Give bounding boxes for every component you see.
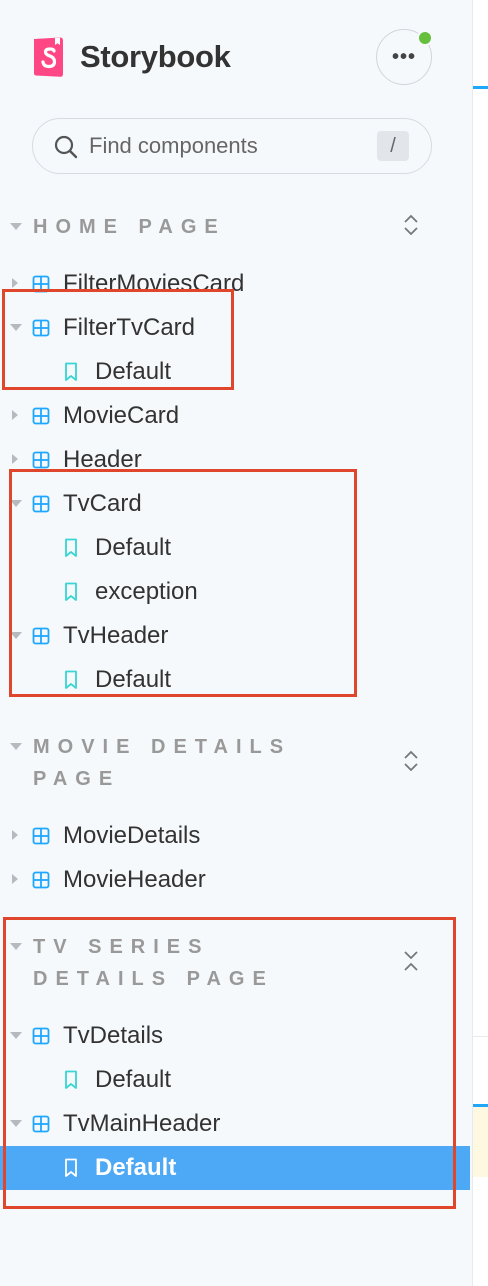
caret-right-icon: [12, 410, 18, 420]
story-item-tvmainheader-default[interactable]: Default: [0, 1146, 470, 1190]
caret-down-icon: [10, 500, 22, 507]
component-icon: [32, 1115, 50, 1133]
status-dot: [417, 30, 433, 46]
search-input[interactable]: [89, 127, 369, 165]
component-icon: [32, 827, 50, 845]
preview-warning-area: [473, 1107, 488, 1177]
component-label: MovieHeader: [63, 866, 206, 893]
story-label: Default: [95, 534, 172, 561]
bookmark-icon: [64, 362, 78, 382]
caret-down-icon: [10, 1032, 22, 1039]
component-label: TvCard: [63, 490, 142, 517]
group-title-tv-series-details-page[interactable]: DETAILS PAGE: [33, 963, 274, 995]
brand-title: Storybook: [80, 39, 231, 74]
component-icon: [32, 407, 50, 425]
expand-all-icon[interactable]: [400, 747, 422, 775]
group-title-home-page[interactable]: HOME PAGE: [33, 211, 226, 243]
component-item-filtertvcard[interactable]: FilterTvCard: [0, 306, 470, 350]
component-item-tvmainheader[interactable]: TvMainHeader: [0, 1102, 470, 1146]
bookmark-icon: [64, 1158, 78, 1178]
group-title-tv-series-details-page[interactable]: TV SERIES: [33, 931, 209, 963]
bookmark-icon: [64, 670, 78, 690]
brand[interactable]: Storybook: [32, 36, 231, 78]
bookmark-icon: [64, 582, 78, 602]
preview-accent-line: [473, 86, 488, 89]
group-title-movie-details-page[interactable]: MOVIE DETAILS: [33, 731, 291, 763]
story-item-tvdetails-default[interactable]: Default: [0, 1058, 470, 1102]
bookmark-icon: [64, 538, 78, 558]
story-label: Default: [95, 1154, 177, 1181]
component-item-moviecard[interactable]: MovieCard: [0, 394, 470, 438]
story-label: Default: [95, 358, 172, 385]
component-label: FilterTvCard: [63, 314, 196, 341]
component-icon: [32, 319, 50, 337]
caret-down-icon: [10, 632, 22, 639]
caret-right-icon: [12, 874, 18, 884]
component-label: TvMainHeader: [63, 1110, 221, 1137]
caret-right-icon: [12, 278, 18, 288]
caret-right-icon: [12, 830, 18, 840]
collapse-all-icon[interactable]: [400, 947, 422, 975]
component-item-tvcard[interactable]: TvCard: [0, 482, 470, 526]
component-label: TvDetails: [63, 1022, 164, 1049]
search-shortcut-key: /: [377, 131, 409, 161]
preview-panel-edge: [472, 0, 488, 1286]
expand-all-icon[interactable]: [400, 211, 422, 239]
group-title-movie-details-page[interactable]: PAGE: [33, 763, 120, 795]
component-label: MovieCard: [63, 402, 180, 429]
story-label: Default: [95, 666, 172, 693]
group-expand-caret-icon[interactable]: [10, 743, 22, 750]
caret-down-icon: [10, 324, 22, 331]
group-expand-caret-icon[interactable]: [10, 943, 22, 950]
preview-divider: [473, 1036, 488, 1037]
component-icon: [32, 275, 50, 293]
ellipsis-icon: •••: [391, 45, 416, 68]
bookmark-icon: [64, 1070, 78, 1090]
story-label: exception: [95, 578, 198, 605]
search-box[interactable]: /: [32, 118, 432, 174]
component-item-filtermoviescard[interactable]: FilterMoviesCard: [0, 262, 470, 306]
caret-down-icon: [10, 1120, 22, 1127]
component-item-moviedetails[interactable]: MovieDetails: [0, 814, 470, 858]
caret-right-icon: [12, 454, 18, 464]
component-icon: [32, 1027, 50, 1045]
component-item-header[interactable]: Header: [0, 438, 470, 482]
component-icon: [32, 871, 50, 889]
menu-button[interactable]: •••: [376, 29, 433, 85]
story-label: Default: [95, 1066, 172, 1093]
story-item-tvcard-exception[interactable]: exception: [0, 570, 470, 614]
storybook-logo-icon: [32, 36, 66, 78]
component-item-tvdetails[interactable]: TvDetails: [0, 1014, 470, 1058]
component-icon: [32, 495, 50, 513]
component-icon: [32, 627, 50, 645]
component-label: FilterMoviesCard: [63, 270, 245, 297]
component-item-tvheader[interactable]: TvHeader: [0, 614, 470, 658]
component-label: TvHeader: [63, 622, 169, 649]
component-item-movieheader[interactable]: MovieHeader: [0, 858, 470, 902]
component-label: Header: [63, 446, 142, 473]
component-icon: [32, 451, 50, 469]
story-item-filtertvcard-default[interactable]: Default: [0, 350, 470, 394]
search-icon: [53, 134, 79, 160]
group-expand-caret-icon[interactable]: [10, 223, 22, 230]
component-label: MovieDetails: [63, 822, 201, 849]
story-item-tvheader-default[interactable]: Default: [0, 658, 470, 702]
story-item-tvcard-default[interactable]: Default: [0, 526, 470, 570]
